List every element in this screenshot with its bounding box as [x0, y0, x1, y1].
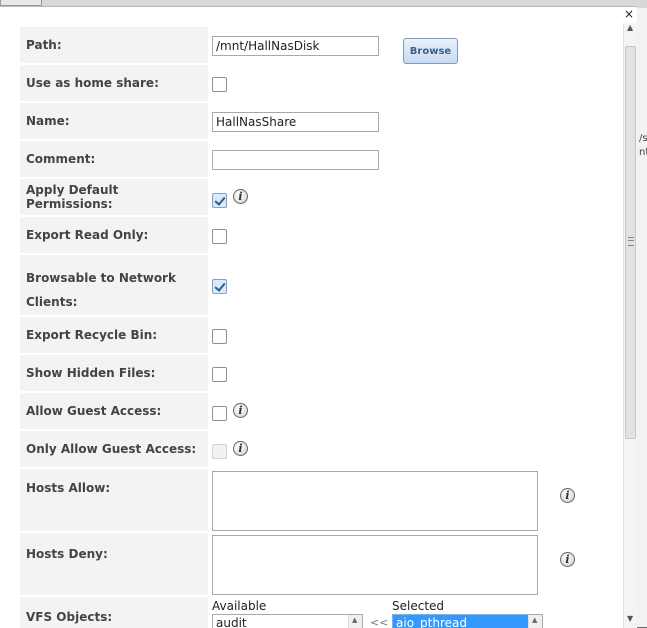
vfs-selected-list[interactable]: aio_pthread ▲ — [392, 614, 543, 628]
home-share-row: Use as home share: — [20, 65, 620, 101]
dialog-scrollbar[interactable]: ▲ ▼ — [623, 23, 637, 628]
vfs-label: VFS Objects: — [20, 597, 208, 628]
home-share-checkbox[interactable] — [212, 77, 227, 92]
hosts-allow-label: Hosts Allow: — [20, 469, 208, 531]
vfs-available-list[interactable]: audit ▲ — [212, 614, 363, 628]
guest-access-checkbox[interactable] — [212, 406, 227, 421]
hosts-allow-textarea[interactable] — [212, 471, 538, 531]
recycle-bin-checkbox[interactable] — [212, 329, 227, 344]
comment-label: Comment: — [20, 141, 208, 177]
info-icon[interactable]: i — [233, 441, 248, 456]
name-label: Name: — [20, 103, 208, 139]
list-item[interactable]: audit — [213, 615, 362, 628]
guest-access-label: Allow Guest Access: — [20, 393, 208, 429]
info-icon[interactable]: i — [560, 488, 575, 503]
scroll-down-icon[interactable]: ▼ — [627, 614, 633, 623]
default-permissions-row: Apply Default Permissions: — [20, 179, 620, 215]
hosts-deny-textarea[interactable] — [212, 535, 538, 595]
scroll-up-icon[interactable]: ▲ — [352, 616, 357, 624]
home-share-label: Use as home share: — [20, 65, 208, 101]
comment-input[interactable] — [212, 150, 379, 170]
scroll-up-icon[interactable]: ▲ — [532, 616, 537, 624]
close-icon[interactable]: × — [624, 7, 634, 21]
browsable-label: Browsable to Network Clients: — [20, 255, 208, 315]
list-item[interactable]: aio_pthread — [393, 615, 542, 628]
scroll-up-icon[interactable]: ▲ — [627, 23, 633, 32]
only-guest-row: Only Allow Guest Access: — [20, 431, 620, 467]
list-scrollbar[interactable]: ▲ — [348, 615, 362, 628]
only-guest-checkbox — [212, 444, 227, 459]
recycle-bin-row: Export Recycle Bin: — [20, 317, 620, 353]
info-icon[interactable]: i — [233, 403, 248, 418]
move-left-button[interactable]: << — [370, 616, 388, 628]
info-icon[interactable]: i — [560, 552, 575, 567]
hidden-files-row: Show Hidden Files: — [20, 355, 620, 391]
read-only-row: Export Read Only: — [20, 217, 620, 253]
vfs-available-caption: Available — [212, 599, 267, 613]
hidden-files-checkbox[interactable] — [212, 367, 227, 382]
path-label: Path: — [20, 27, 208, 63]
default-permissions-checkbox[interactable] — [212, 193, 227, 208]
browse-button[interactable]: Browse — [403, 38, 458, 64]
guest-access-row: Allow Guest Access: — [20, 393, 620, 429]
default-permissions-label: Apply Default Permissions: — [20, 179, 208, 215]
vfs-selected-caption: Selected — [392, 599, 445, 613]
info-icon[interactable]: i — [233, 189, 248, 204]
hosts-deny-label: Hosts Deny: — [20, 533, 208, 595]
recycle-bin-label: Export Recycle Bin: — [20, 317, 208, 353]
browsable-checkbox[interactable] — [212, 279, 227, 294]
read-only-checkbox[interactable] — [212, 229, 227, 244]
read-only-label: Export Read Only: — [20, 217, 208, 253]
list-scrollbar[interactable]: ▲ — [528, 615, 542, 628]
path-input[interactable] — [212, 36, 379, 56]
grip-icon — [628, 237, 634, 246]
only-guest-label: Only Allow Guest Access: — [20, 431, 208, 467]
scrollbar-thumb[interactable] — [625, 46, 636, 439]
hidden-files-label: Show Hidden Files: — [20, 355, 208, 391]
background-window-right: /s nt — [637, 8, 647, 627]
background-peek-text: /s nt — [639, 133, 647, 158]
share-settings-dialog: × Path: Browse Use as home share: Name: … — [0, 6, 637, 628]
browsable-row: Browsable to Network Clients: — [20, 255, 620, 315]
name-input[interactable] — [212, 112, 379, 132]
